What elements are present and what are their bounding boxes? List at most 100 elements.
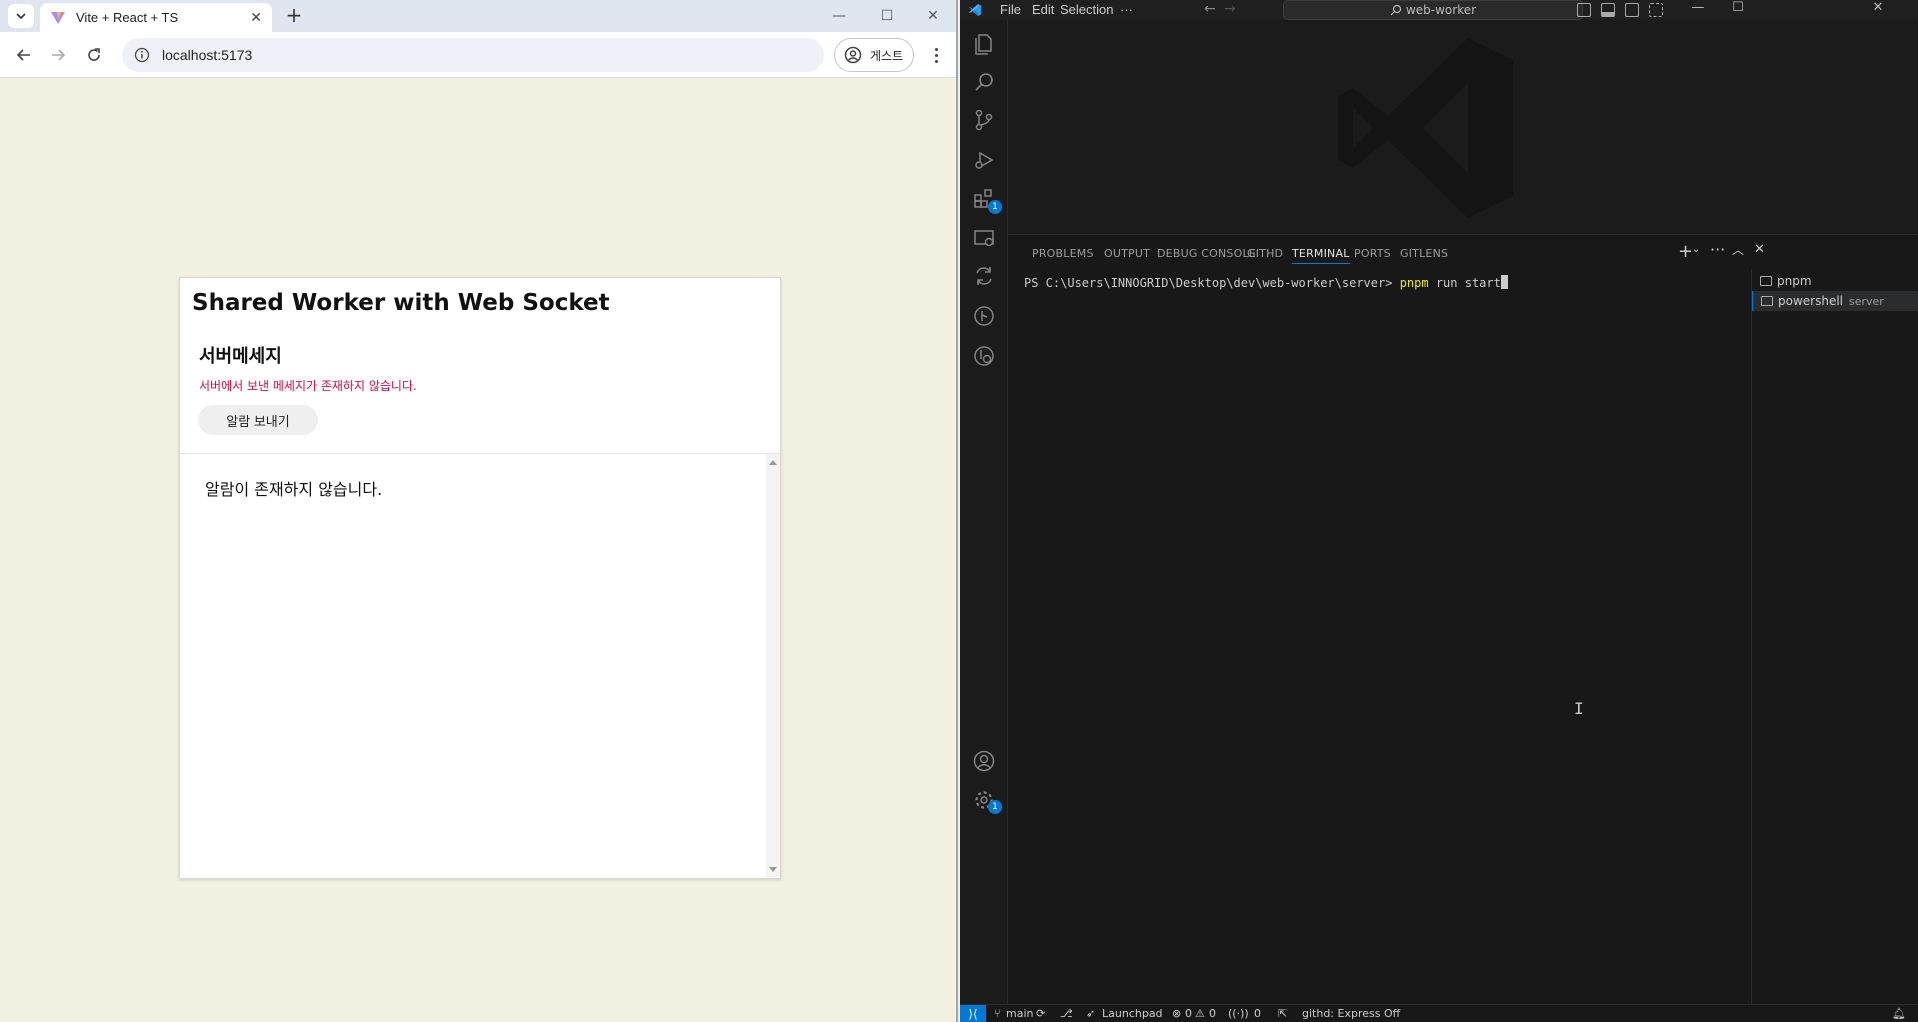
menu-file[interactable]: File (1000, 2, 1021, 17)
terminal-line: PS C:\Users\INNOGRID\Desktop\dev\web-wor… (1024, 275, 1508, 290)
vscode-maximize-button[interactable]: ☐ (1720, 0, 1756, 20)
profile-button[interactable]: 게스트 (834, 38, 914, 72)
tab-output[interactable]: OUTPUT (1104, 247, 1150, 260)
source-control-icon[interactable] (970, 106, 998, 134)
bell-icon[interactable]: 🔔︎ (1892, 1007, 1906, 1020)
reload-button[interactable] (82, 43, 106, 67)
arrow-left-icon (16, 49, 30, 61)
tab-githd[interactable]: GITHD (1247, 247, 1283, 260)
menu-more[interactable]: ··· (1120, 2, 1133, 17)
terminal-icon (1761, 296, 1773, 306)
vscode-close-button[interactable]: ✕ (1860, 0, 1896, 20)
browser-tab[interactable]: Vite + React + TS ✕ (40, 3, 272, 32)
close-tab-icon[interactable]: ✕ (250, 10, 262, 26)
new-terminal-icon[interactable]: + (1678, 241, 1693, 262)
bottom-panel: PROBLEMS OUTPUT DEBUG CONSOLE GITHD TERM… (1008, 234, 1918, 1005)
tab-debug-console[interactable]: DEBUG CONSOLE (1157, 247, 1256, 260)
editor-area (1008, 20, 1918, 233)
branch-icon[interactable]: ⑂ (994, 1007, 1001, 1020)
mouse-ibeam-icon: I (1574, 699, 1584, 718)
more-actions-icon[interactable]: ··· (1710, 240, 1725, 259)
ports-count[interactable]: 0 (1254, 1007, 1261, 1020)
sync-status-icon[interactable]: ⟳ (1036, 1007, 1045, 1020)
tab-ports[interactable]: PORTS (1354, 247, 1391, 260)
vscode-titlebar: File Edit Selection ··· ← → web-worker —… (960, 0, 1918, 20)
search-icon[interactable] (970, 68, 998, 96)
tab-gitlens[interactable]: GITLENS (1400, 247, 1448, 260)
arrow-right-icon (52, 49, 66, 61)
customize-layout-icon[interactable] (1649, 3, 1663, 17)
alarm-empty-message: 알람이 존재하지 않습니다. (205, 480, 383, 499)
send-alarm-button[interactable]: 알람 보내기 (198, 405, 318, 435)
terminal-item-powershell[interactable]: powershell server (1752, 291, 1918, 311)
command-center-text: web-worker (1405, 3, 1477, 17)
page-viewport: Shared Worker with Web Socket 서버메세지 서버에서… (0, 79, 956, 1022)
live-share-icon[interactable]: ⇱ (1278, 1007, 1287, 1020)
server-message-heading: 서버메세지 (199, 346, 282, 367)
branch-name[interactable]: main (1006, 1007, 1033, 1020)
vite-logo-icon (51, 11, 65, 24)
warning-count[interactable]: 0 (1209, 1007, 1216, 1020)
toggle-panel-icon[interactable] (1601, 3, 1615, 17)
search-icon (1390, 4, 1402, 16)
server-message-error: 서버에서 보낸 메세지가 존재하지 않습니다. (199, 379, 417, 393)
nav-back-icon[interactable]: ← (1204, 1, 1216, 17)
user-avatar-icon (844, 46, 862, 64)
close-panel-icon[interactable]: ✕ (1754, 242, 1765, 257)
maximize-panel-icon[interactable]: ︿ (1732, 241, 1744, 258)
terminal-args: run start (1428, 276, 1501, 290)
minimize-button[interactable]: — (816, 0, 862, 32)
menu-selection[interactable]: Selection (1060, 2, 1113, 17)
gitlens-icon[interactable] (970, 302, 998, 330)
tab-search-button[interactable] (8, 4, 34, 28)
alarm-scrollbar[interactable] (766, 454, 780, 878)
rocket-icon[interactable]: ➶ (1086, 1007, 1095, 1020)
tab-problems[interactable]: PROBLEMS (1032, 247, 1094, 260)
forward-button[interactable] (46, 43, 70, 67)
toggle-primary-sidebar-icon[interactable] (1577, 3, 1591, 17)
profile-label: 게스트 (870, 48, 904, 63)
nav-forward-icon[interactable]: → (1224, 1, 1236, 17)
command-center[interactable]: web-worker (1283, 0, 1583, 20)
vscode-minimize-button[interactable]: — (1680, 0, 1716, 20)
tab-strip: Vite + React + TS ✕ + — ☐ ✕ (0, 0, 956, 32)
error-icon[interactable]: ⊗ (1172, 1007, 1181, 1020)
remote-indicator[interactable]: ⟩⟨ (960, 1005, 986, 1022)
tab-terminal[interactable]: TERMINAL (1292, 247, 1350, 264)
maximize-button[interactable]: ☐ (864, 0, 910, 32)
back-button[interactable] (12, 43, 36, 67)
terminal-item-sub: server (1849, 294, 1884, 308)
terminal-list: pnpm powershell server (1752, 269, 1918, 1005)
chevron-down-icon (16, 13, 26, 19)
launchpad-label[interactable]: Launchpad (1102, 1007, 1163, 1020)
browser-menu-button[interactable] (926, 43, 946, 67)
sync-icon[interactable] (970, 262, 998, 290)
explorer-icon[interactable] (970, 30, 998, 58)
chevron-down-icon[interactable]: ⌄ (1692, 244, 1700, 255)
gitlens-inspect-icon[interactable] (970, 342, 998, 370)
githd-status[interactable]: githd: Express Off (1302, 1007, 1400, 1020)
close-window-button[interactable]: ✕ (910, 0, 956, 32)
remote-explorer-icon[interactable] (970, 224, 998, 252)
terminal-command: pnpm (1399, 276, 1429, 290)
activity-bar: 1 1 (960, 20, 1008, 1005)
menu-edit[interactable]: Edit (1032, 2, 1054, 17)
terminal-item-label: pnpm (1777, 274, 1812, 288)
ports-icon[interactable]: ((·)) (1228, 1007, 1249, 1020)
terminal-item-pnpm[interactable]: pnpm (1752, 271, 1918, 291)
address-bar[interactable]: localhost:5173 (122, 38, 824, 72)
alarm-list[interactable]: 알람이 존재하지 않습니다. (180, 453, 780, 878)
url-text[interactable]: localhost:5173 (162, 47, 252, 63)
toggle-secondary-sidebar-icon[interactable] (1625, 3, 1639, 17)
terminal-view[interactable]: PS C:\Users\INNOGRID\Desktop\dev\web-wor… (1008, 269, 1736, 1005)
error-count[interactable]: 0 (1185, 1007, 1192, 1020)
terminal-cursor (1500, 275, 1508, 289)
warning-icon[interactable]: ⚠ (1195, 1007, 1205, 1020)
site-info-icon[interactable] (134, 47, 150, 63)
vscode-window: File Edit Selection ··· ← → web-worker —… (960, 0, 1918, 1022)
reload-icon (88, 48, 100, 61)
gitlens-status-icon[interactable]: ⎇ (1060, 1007, 1073, 1020)
new-tab-button[interactable]: + (282, 4, 306, 28)
accounts-icon[interactable] (970, 747, 998, 775)
run-debug-icon[interactable] (970, 146, 998, 174)
